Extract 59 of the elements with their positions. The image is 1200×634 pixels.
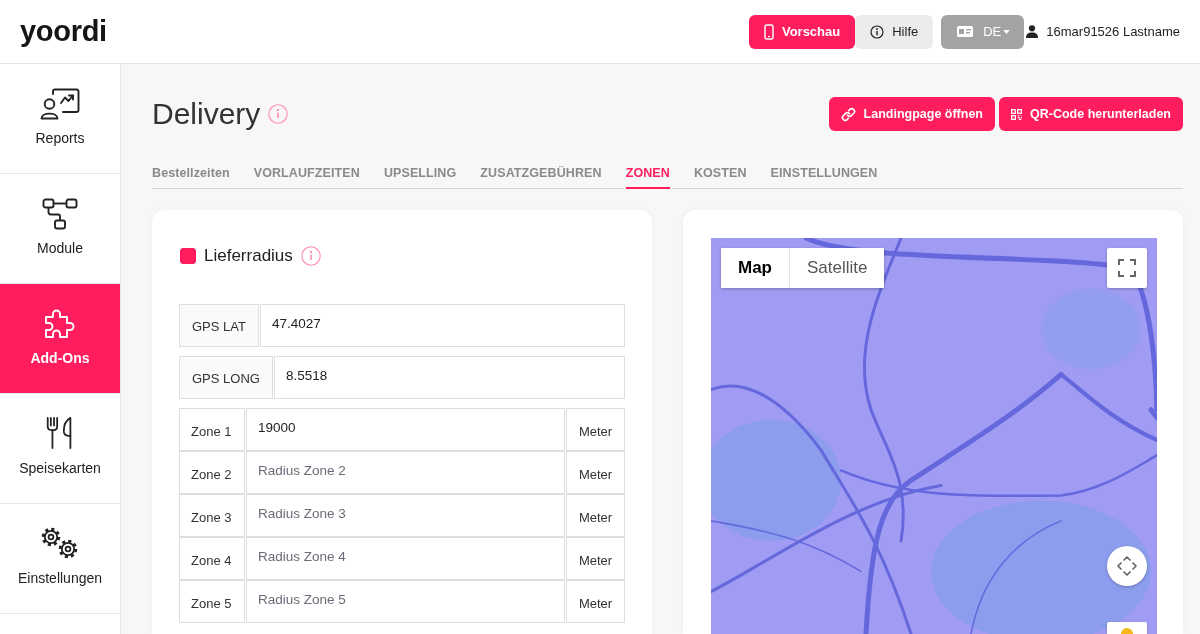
unit-label: Meter xyxy=(566,408,625,451)
preview-button[interactable]: Vorschau xyxy=(748,14,856,49)
input-field[interactable]: Radius Zone 2 xyxy=(246,451,565,494)
input-field[interactable]: Radius Zone 3 xyxy=(246,494,565,537)
tab[interactable]: VORLAUFZEITEN xyxy=(253,158,360,189)
field-label: Zone 2 xyxy=(179,451,245,494)
unit-label: Meter xyxy=(566,580,625,623)
page-title: Delivery xyxy=(152,99,261,129)
input-field[interactable]: 47.4027 xyxy=(259,304,625,347)
sidebar-item[interactable]: Speisekarten xyxy=(0,394,120,504)
unit-label: Meter xyxy=(566,451,625,494)
help-button[interactable]: Hilfe xyxy=(855,14,934,49)
tab[interactable]: KOSTEN xyxy=(693,158,747,189)
input-field[interactable]: Radius Zone 5 xyxy=(246,580,565,623)
input-field[interactable]: 19000 xyxy=(246,408,565,451)
card-title: Lieferradius xyxy=(204,246,293,266)
phone-icon xyxy=(763,23,774,40)
tab[interactable]: ZONEN xyxy=(625,158,670,189)
qr-code-icon xyxy=(1011,108,1022,120)
person-icon xyxy=(1121,626,1133,634)
info-icon xyxy=(870,24,885,39)
sidebar-item[interactable]: Add-Ons xyxy=(0,284,120,394)
field-label: Zone 4 xyxy=(179,537,245,580)
info-icon xyxy=(300,246,321,266)
user-icon xyxy=(1026,25,1039,38)
fullscreen-icon xyxy=(1118,259,1136,277)
qr-code-button[interactable]: QR-Code herunterladen xyxy=(999,97,1183,131)
field-label: Zone 5 xyxy=(179,580,245,623)
field-label: GPS LONG xyxy=(179,356,273,399)
pan-icon xyxy=(1117,556,1137,576)
person-button[interactable] xyxy=(1107,622,1147,634)
logo: yoordi xyxy=(20,17,107,46)
language-button[interactable]: DE xyxy=(941,14,1025,49)
user-name: 16mar91526 Lastname xyxy=(1046,24,1180,39)
link-icon xyxy=(840,106,856,122)
person-screen-icon xyxy=(40,88,80,120)
tab[interactable]: Bestellzeiten xyxy=(152,158,230,189)
input-field[interactable]: 8.5518 xyxy=(273,356,625,399)
settings-icon xyxy=(40,526,80,560)
info-icon xyxy=(268,104,289,124)
field-label: GPS LAT xyxy=(179,304,259,347)
sidebar-item[interactable]: Einstellungen xyxy=(0,504,120,614)
tab[interactable]: UPSELLING xyxy=(383,158,457,189)
field-label: Zone 3 xyxy=(179,494,245,537)
map-type-button[interactable]: Map xyxy=(721,248,789,288)
tab[interactable]: EINSTELLUNGEN xyxy=(770,158,878,189)
field-label: Zone 1 xyxy=(179,408,245,451)
map-type-button[interactable]: Satellite xyxy=(789,248,885,288)
tab[interactable]: ZUSATZGEBÜHREN xyxy=(480,158,602,189)
sidebar-item[interactable]: Reports xyxy=(0,64,120,174)
id-card-icon xyxy=(957,26,974,37)
input-field[interactable]: Radius Zone 4 xyxy=(246,537,565,580)
unit-label: Meter xyxy=(566,494,625,537)
nodes-icon xyxy=(42,198,78,230)
fullscreen-button[interactable] xyxy=(1107,248,1147,288)
checkbox[interactable] xyxy=(180,248,196,264)
landingpage-button[interactable]: Landingpage öffnen xyxy=(828,97,995,131)
caret-icon xyxy=(1003,29,1011,34)
unit-label: Meter xyxy=(566,537,625,580)
